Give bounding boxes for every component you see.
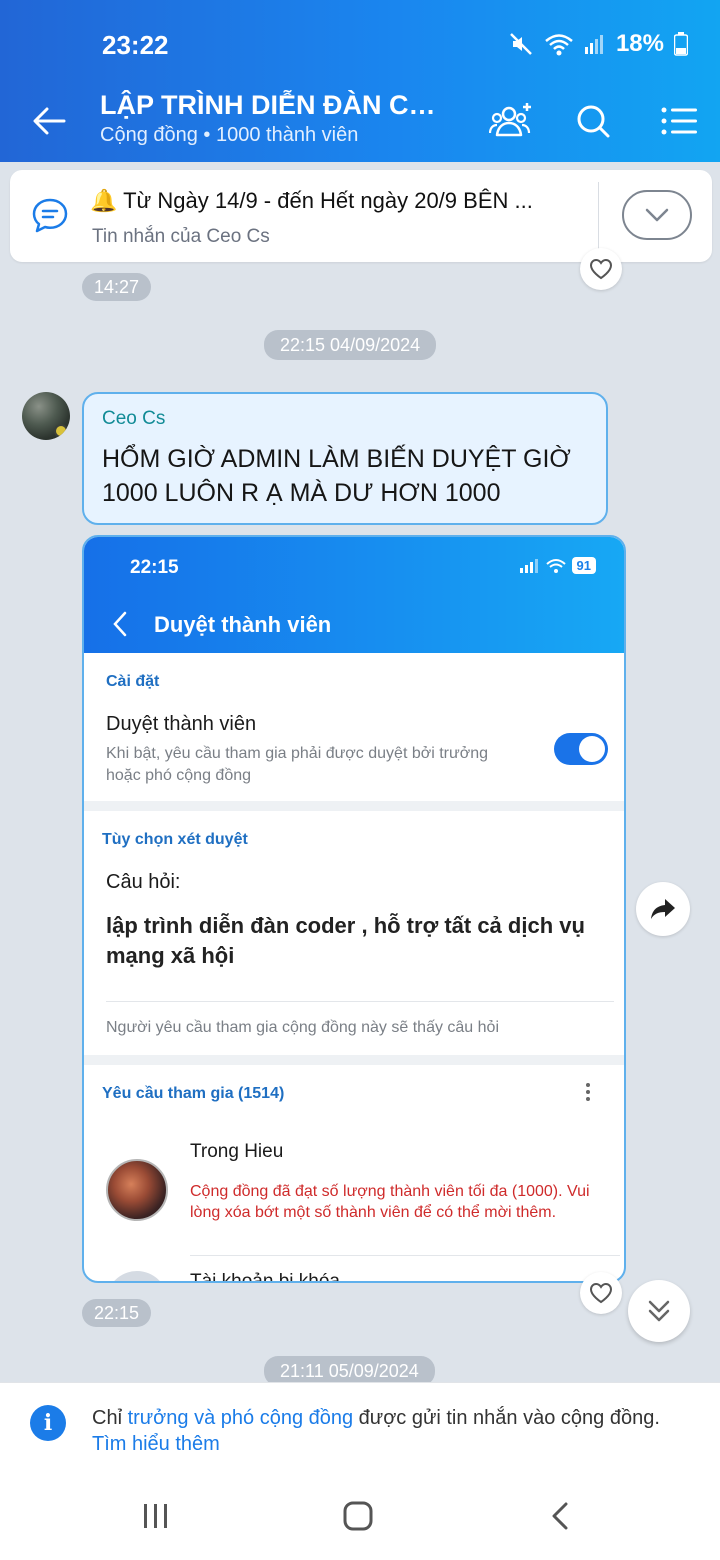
pinned-author: Tin nhắn của Ceo Cs — [92, 226, 270, 247]
wifi-icon — [545, 558, 566, 573]
notice-suffix: được gửi tin nhắn vào cộng đồng. — [353, 1407, 660, 1429]
system-nav-bar — [0, 1472, 720, 1560]
pinned-expand-button[interactable] — [622, 190, 692, 240]
screenshot-time: 22:15 — [130, 557, 179, 578]
heart-icon — [589, 258, 613, 280]
status-bar: 23:22 18% — [0, 0, 720, 80]
request-error: Cộng đồng đã đạt số lượng thành viên tối… — [190, 1183, 590, 1221]
join-requests-label: Yêu cầu tham gia (1514) — [102, 1085, 285, 1102]
mute-icon — [510, 33, 532, 55]
chevron-down-icon — [645, 208, 669, 222]
menu-icon — [661, 107, 697, 135]
request-name: Trong Hieu — [190, 1141, 284, 1162]
screenshot-battery: 91 — [571, 557, 596, 574]
screenshot-header: 22:15 91 Duyệt thành viên — [84, 537, 624, 653]
add-member-button[interactable] — [486, 96, 536, 146]
nav-back-button[interactable] — [530, 1494, 590, 1538]
back-arrow-icon — [33, 107, 66, 135]
notice-highlight: trưởng và phó cộng đồng — [127, 1407, 354, 1429]
divider — [190, 1255, 620, 1256]
nav-back-icon — [552, 1502, 568, 1530]
react-button[interactable] — [580, 248, 622, 290]
recent-apps-icon — [144, 1504, 167, 1528]
status-time: 23:22 — [102, 30, 169, 60]
pinned-divider — [598, 182, 599, 250]
message-bubble[interactable]: Ceo Cs HỔM GIỜ ADMIN LÀM BIẾN DUYỆT GIỜ … — [82, 392, 608, 525]
approve-toggle — [554, 733, 608, 765]
approve-setting-title: Duyệt thành viên — [106, 713, 257, 735]
double-chevron-down-icon — [648, 1300, 670, 1322]
question-text: lập trình diễn đàn coder , hỗ trợ tất cả… — [106, 913, 585, 968]
avatar — [106, 1271, 168, 1281]
avatar — [106, 1159, 168, 1221]
battery-level: 18% — [615, 30, 664, 57]
question-note: Người yêu cầu tham gia cộng đồng này sẽ … — [106, 1019, 499, 1036]
chat-icon — [32, 198, 68, 233]
screenshot-status-icons: 91 — [519, 557, 596, 574]
search-button[interactable] — [568, 96, 618, 146]
home-icon — [343, 1501, 373, 1531]
message-text: HỔM GIỜ ADMIN LÀM BIẾN DUYỆT GIỜ 1000 LU… — [102, 445, 571, 507]
request-name: Tài khoản bị khóa — [190, 1271, 340, 1283]
scroll-to-bottom-button[interactable] — [628, 1280, 690, 1342]
review-options-label: Tùy chọn xét duyệt — [102, 831, 248, 848]
battery-icon — [674, 32, 688, 56]
signal-icon — [584, 35, 603, 54]
learn-more-link[interactable]: Tìm hiểu thêm — [92, 1433, 220, 1455]
message-time: 14:27 — [82, 273, 152, 301]
share-button[interactable] — [636, 882, 690, 936]
home-button[interactable] — [328, 1494, 388, 1538]
screenshot-title: Duyệt thành viên — [154, 612, 332, 637]
online-status-dot — [54, 424, 68, 438]
avatar[interactable] — [22, 392, 70, 440]
menu-button[interactable] — [654, 96, 704, 146]
message-time: 22:15 — [82, 1299, 152, 1327]
status-icons: 18% — [508, 30, 688, 58]
sender-name[interactable]: Ceo Cs — [102, 408, 165, 430]
chat-header: LẬP TRÌNH DIỄN ĐÀN CO... Cộng đồng • 100… — [0, 80, 720, 162]
group-title[interactable]: LẬP TRÌNH DIỄN ĐÀN CO... — [100, 90, 450, 121]
top-bar: 23:22 18% LẬP TRÌNH DIỄN ĐÀN CO... Cộng … — [0, 0, 720, 162]
more-options-icon — [586, 1083, 590, 1101]
section-gap — [84, 1055, 624, 1065]
permission-notice: i Chỉ trưởng và phó cộng đồng được gửi t… — [0, 1382, 720, 1472]
signal-icon — [519, 558, 538, 573]
group-subtitle: Cộng đồng • 1000 thành viên — [100, 124, 359, 146]
notice-prefix: Chỉ — [92, 1407, 128, 1429]
settings-label: Cài đặt — [106, 673, 160, 690]
date-separator: 22:15 04/09/2024 — [264, 330, 437, 360]
share-icon — [651, 899, 675, 919]
pinned-text: 🔔 Từ Ngày 14/9 - đến Hết ngày 20/9 BÊN .… — [90, 188, 533, 213]
heart-icon — [589, 1282, 613, 1304]
recent-apps-button[interactable] — [126, 1494, 186, 1538]
wifi-icon — [545, 34, 573, 56]
question-label: Câu hỏi: — [106, 871, 181, 893]
info-icon: i — [30, 1405, 66, 1441]
divider — [106, 1001, 614, 1002]
notice-text: Chỉ trưởng và phó cộng đồng được gửi tin… — [92, 1405, 702, 1457]
add-member-icon — [489, 103, 531, 137]
section-gap — [84, 801, 624, 811]
react-button[interactable] — [580, 1272, 622, 1314]
approve-setting-desc: Khi bật, yêu cầu tham gia phải được duyệ… — [106, 745, 488, 784]
search-icon — [577, 105, 610, 138]
back-button[interactable] — [24, 96, 74, 146]
chevron-left-icon — [113, 611, 127, 637]
image-attachment[interactable]: 22:15 91 Duyệt thành viên Cài đặt Duyệt … — [82, 535, 626, 1283]
